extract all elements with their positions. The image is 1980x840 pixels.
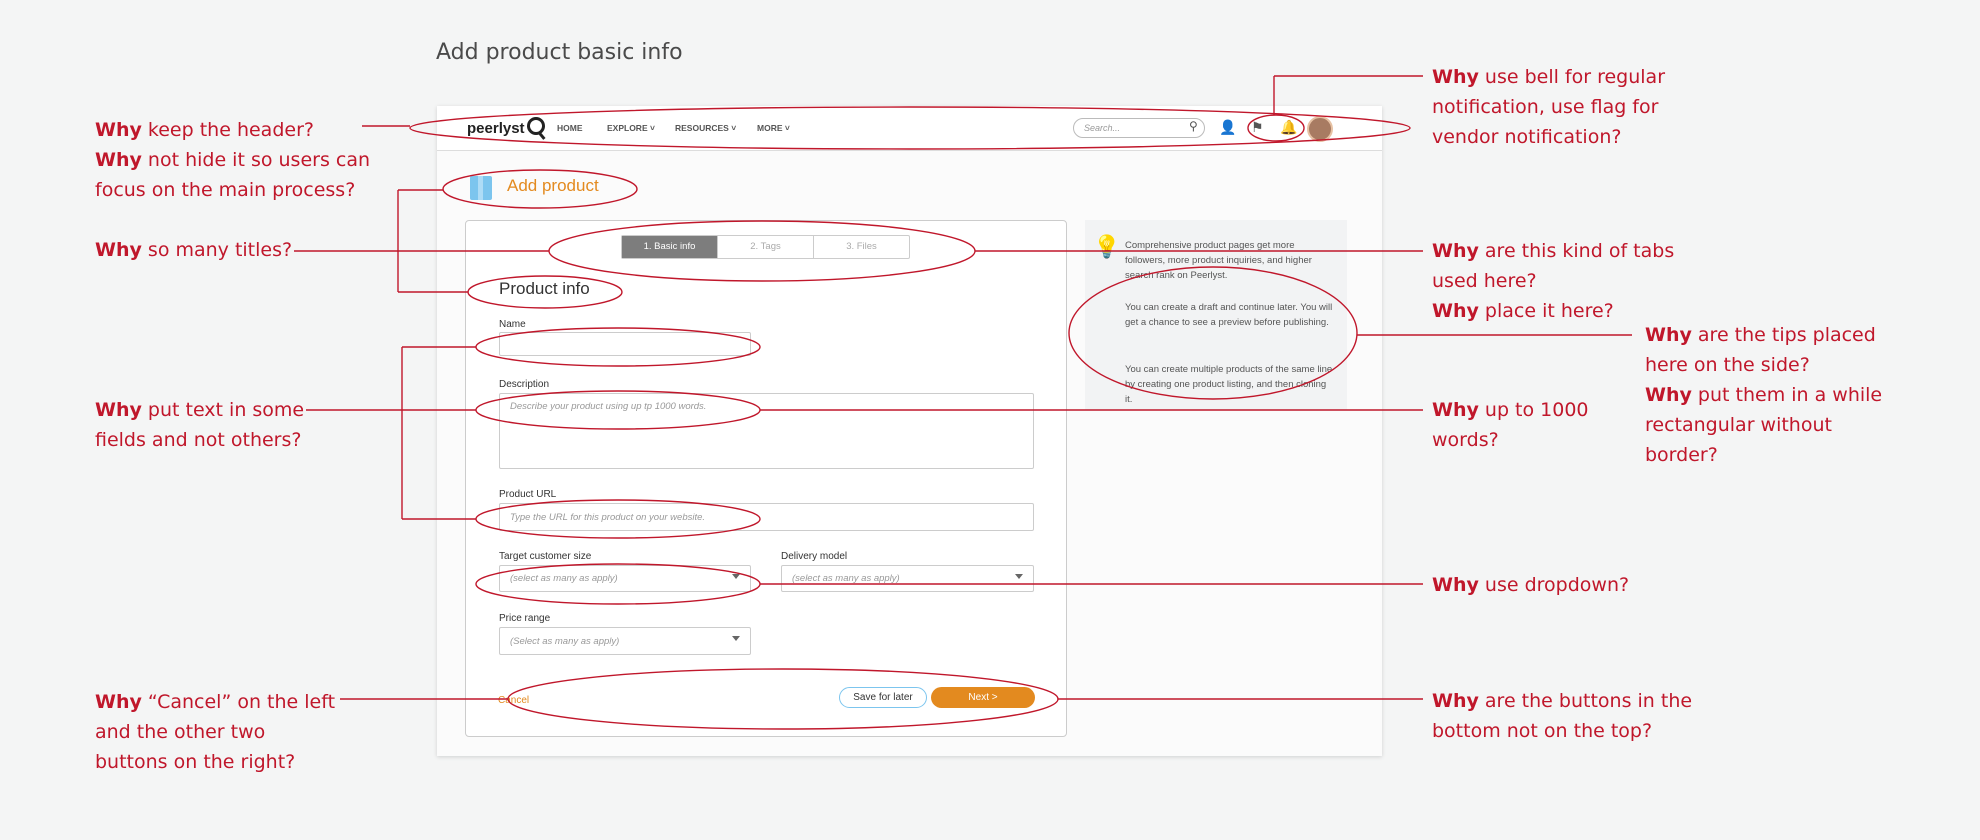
annotation-line: and the other two xyxy=(95,717,335,747)
annotation-header: Why keep the header? Why not hide it so u… xyxy=(95,115,370,205)
annotation-text: so many titles? xyxy=(141,239,293,261)
annotation-text: not hide it so users can xyxy=(141,149,371,171)
annotation-text: put text in some xyxy=(141,399,305,421)
annotation-tips: Why are the tips placed here on the side?… xyxy=(1645,320,1882,470)
annotation-line: buttons on the right? xyxy=(95,747,335,777)
annotation-line: words? xyxy=(1432,425,1589,455)
annotation-words: Why up to 1000 words? xyxy=(1432,395,1589,455)
tabs-ellipse xyxy=(548,220,976,282)
annotation-text: put them in a while xyxy=(1691,384,1883,406)
annotation-text: “Cancel” on the left xyxy=(141,691,336,713)
annotation-text-fields: Why put text in some fields and not other… xyxy=(95,395,304,455)
annotation-line: Why are this kind of tabs xyxy=(1432,236,1674,266)
annotation-line: fields and not others? xyxy=(95,425,304,455)
tips-ellipse xyxy=(1068,266,1358,400)
annotation-line: Why use bell for regular xyxy=(1432,62,1665,92)
annotation-line: Why use dropdown? xyxy=(1432,570,1629,600)
annotation-line: border? xyxy=(1645,440,1882,470)
annotation-buttons: Why are the buttons in the bottom not on … xyxy=(1432,686,1692,746)
annotation-why: Why xyxy=(95,239,142,261)
annotation-text: are the buttons in the xyxy=(1478,690,1693,712)
annotation-text: keep the header? xyxy=(141,119,314,141)
annotation-why: Why xyxy=(1432,399,1479,421)
dropdown-ellipse xyxy=(475,563,761,605)
annotation-line: here on the side? xyxy=(1645,350,1882,380)
annotation-text: here on the side? xyxy=(1645,354,1810,376)
annotation-text: buttons on the right? xyxy=(95,751,296,773)
product-info-ellipse xyxy=(467,275,623,309)
annotation-bell: Why use bell for regular notification, us… xyxy=(1432,62,1665,152)
annotation-line: Why keep the header? xyxy=(95,115,370,145)
annotation-line: Why are the tips placed xyxy=(1645,320,1882,350)
annotation-line: Why are the buttons in the xyxy=(1432,686,1692,716)
annotation-text: are this kind of tabs xyxy=(1478,240,1675,262)
annotation-why: Why xyxy=(95,149,142,171)
annotation-text: used here? xyxy=(1432,270,1537,292)
annotation-why: Why xyxy=(1645,324,1692,346)
annotation-text: vendor notification? xyxy=(1432,126,1622,148)
annotation-line: Why put them in a while xyxy=(1645,380,1882,410)
annotation-why: Why xyxy=(1432,690,1479,712)
annotation-line: Why not hide it so users can xyxy=(95,145,370,175)
annotation-text: are the tips placed xyxy=(1691,324,1876,346)
description-ellipse xyxy=(475,390,761,430)
annotation-text: focus on the main process? xyxy=(95,179,356,201)
annotation-titles: Why so many titles? xyxy=(95,235,292,265)
annotation-line: Why “Cancel” on the left xyxy=(95,687,335,717)
add-product-ellipse xyxy=(442,169,638,209)
annotation-text: up to 1000 xyxy=(1478,399,1589,421)
annotation-line: notification, use flag for xyxy=(1432,92,1665,122)
bell-flag-ellipse xyxy=(1247,114,1305,142)
annotation-why: Why xyxy=(1432,300,1479,322)
annotation-line: bottom not on the top? xyxy=(1432,716,1692,746)
annotation-text: bottom not on the top? xyxy=(1432,720,1653,742)
annotation-text: use bell for regular xyxy=(1478,66,1666,88)
annotation-line: used here? xyxy=(1432,266,1674,296)
annotation-why: Why xyxy=(95,119,142,141)
annotation-text: rectangular without xyxy=(1645,414,1832,436)
annotation-why: Why xyxy=(95,691,142,713)
annotation-why: Why xyxy=(1432,66,1479,88)
annotation-text: use dropdown? xyxy=(1478,574,1630,596)
annotation-why: Why xyxy=(1432,574,1479,596)
annotation-why: Why xyxy=(95,399,142,421)
annotation-line: rectangular without xyxy=(1645,410,1882,440)
annotation-why: Why xyxy=(1432,240,1479,262)
buttons-ellipse xyxy=(507,668,1059,730)
annotation-line: vendor notification? xyxy=(1432,122,1665,152)
annotation-line: Why place it here? xyxy=(1432,296,1674,326)
annotation-line: Why put text in some xyxy=(95,395,304,425)
url-ellipse xyxy=(475,499,761,539)
name-field-ellipse xyxy=(475,327,761,367)
annotation-text: place it here? xyxy=(1478,300,1614,322)
annotation-dropdown: Why use dropdown? xyxy=(1432,570,1629,600)
annotation-cancel: Why “Cancel” on the left and the other tw… xyxy=(95,687,335,777)
annotation-tabs: Why are this kind of tabs used here? Why p… xyxy=(1432,236,1674,326)
annotation-line: Why so many titles? xyxy=(95,235,292,265)
annotation-why: Why xyxy=(1645,384,1692,406)
annotation-text: border? xyxy=(1645,444,1718,466)
annotation-text: notification, use flag for xyxy=(1432,96,1659,118)
annotation-text: and the other two xyxy=(95,721,266,743)
annotation-line: Why up to 1000 xyxy=(1432,395,1589,425)
annotation-text: fields and not others? xyxy=(95,429,302,451)
annotation-text: words? xyxy=(1432,429,1499,451)
annotation-line: focus on the main process? xyxy=(95,175,370,205)
header-ellipse xyxy=(409,106,1411,150)
